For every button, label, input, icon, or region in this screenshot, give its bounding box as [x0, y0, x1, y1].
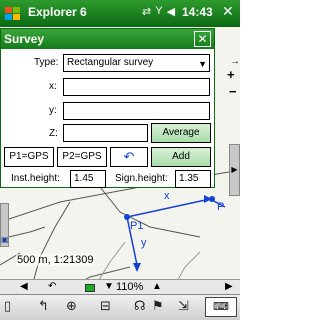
app-close-button[interactable]: ✕ — [222, 3, 238, 21]
x-input[interactable] — [63, 78, 210, 96]
point-p1-label: P1 — [130, 220, 144, 232]
z-label: Z: — [49, 128, 58, 139]
zoom-up-icon[interactable]: ▲ — [152, 281, 162, 292]
dialog-title-bar: Survey ✕ — [1, 29, 214, 49]
y-arrow-icon — [133, 263, 141, 272]
zoom-level: 110% — [116, 281, 144, 293]
keyboard-icon[interactable]: ⌨ — [205, 297, 237, 317]
title-bar: Explorer 6 ⇄ Y ◀ 14:43 ✕ — [0, 0, 240, 27]
chevron-down-icon: ▼ — [198, 59, 207, 69]
p2-gps-button[interactable]: P2=GPS — [57, 147, 107, 167]
goto-icon[interactable]: ↰ — [38, 298, 49, 314]
app-title: Explorer 6 — [28, 5, 87, 19]
type-select[interactable]: Rectangular survey ▼ — [63, 54, 210, 72]
inst-height-input[interactable]: 1.45 — [70, 170, 106, 188]
y-label: y: — [49, 105, 57, 116]
sign-height-label: Sign.height: — [115, 173, 168, 184]
inst-height-label: Inst.height: — [11, 173, 60, 184]
bottom-toolbar: ▯ ↰ ⊕ ⊟ ☊ ⚑ ⇲ — [0, 294, 240, 320]
waypoint-icon[interactable]: ⚑ — [152, 298, 164, 314]
forward-icon[interactable]: ▶ — [225, 281, 233, 292]
undo-icon: ↶ — [123, 149, 135, 164]
pan-right-icon[interactable]: → — [230, 56, 240, 67]
zoom-in-tool-icon[interactable]: ⊕ — [66, 298, 77, 314]
type-select-value: Rectangular survey — [67, 57, 154, 68]
zoom-out-icon[interactable]: − — [229, 84, 237, 99]
connectivity-icon[interactable]: ⇄ — [142, 5, 151, 18]
status-row: ◀ ↶ ▼ 110% ▲ ▶ — [0, 279, 240, 294]
system-tray: ⇄ Y ◀ — [142, 5, 175, 18]
signal-icon[interactable]: Y — [155, 5, 162, 18]
add-button[interactable]: Add — [151, 147, 211, 167]
point-p — [209, 196, 215, 202]
undo-button[interactable]: ↶ — [110, 147, 148, 167]
zoom-down-icon[interactable]: ▼ — [104, 281, 114, 292]
clock[interactable]: 14:43 — [182, 5, 213, 19]
axis-x-label: x — [164, 190, 170, 202]
satellite-icon[interactable]: ☊ — [134, 298, 146, 314]
map-tool-icon[interactable]: ⊟ — [100, 298, 111, 314]
x-label: x: — [49, 81, 57, 92]
right-panel-tab[interactable]: ▶ — [229, 144, 240, 196]
back-icon[interactable]: ◀ — [20, 281, 28, 292]
zoom-in-icon[interactable]: + — [227, 67, 235, 82]
point-p-label: P — [217, 201, 225, 213]
map-scale: 500 m, 1:21309 — [16, 254, 95, 266]
y-input[interactable] — [63, 102, 210, 120]
route-tool-icon[interactable]: ⇲ — [178, 298, 189, 314]
windows-start-icon[interactable] — [3, 4, 22, 23]
volume-icon[interactable]: ◀ — [167, 5, 175, 18]
z-input[interactable] — [63, 124, 148, 142]
survey-dialog: Survey ✕ Type: Rectangular survey ▼ x: y… — [0, 28, 215, 188]
file-menu-icon[interactable]: ▯ — [4, 298, 11, 314]
axis-y-label: y — [141, 237, 147, 249]
p1-gps-button[interactable]: P1=GPS — [4, 147, 54, 167]
battery-icon — [85, 284, 95, 292]
layers-icon[interactable]: ▣ — [1, 235, 9, 244]
type-label: Type: — [34, 57, 59, 68]
left-arrow-icon[interactable]: ↶ — [48, 281, 56, 292]
dialog-title: Survey — [4, 32, 45, 46]
dialog-close-button[interactable]: ✕ — [194, 31, 211, 47]
sign-height-input[interactable]: 1.35 — [175, 170, 211, 188]
average-button[interactable]: Average — [151, 123, 211, 143]
